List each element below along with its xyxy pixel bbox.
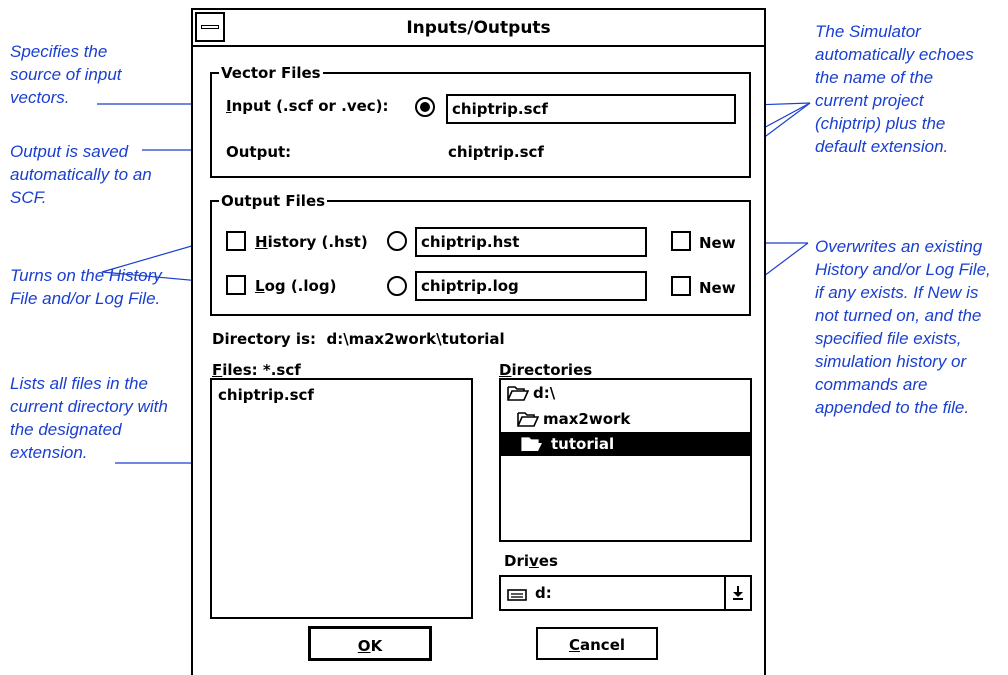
directory-line: Directory is: d:\max2work\tutorial — [212, 330, 505, 348]
log-new-checkbox[interactable] — [671, 276, 691, 296]
note-lists-files: Lists all files in the current directory… — [10, 374, 168, 462]
directories-label: Directories — [499, 361, 593, 379]
output-label: Output: — [226, 143, 292, 161]
directory-item-max2work[interactable]: max2work — [501, 407, 750, 431]
drives-divider — [724, 577, 726, 609]
vector-files-group — [210, 72, 751, 178]
input-file-field[interactable]: chiptrip.scf — [446, 94, 736, 124]
history-checkbox[interactable] — [226, 231, 246, 251]
cancel-button[interactable]: Cancel — [536, 627, 658, 660]
dialog-title: Inputs/Outputs — [406, 18, 551, 38]
drives-label: Drives — [504, 552, 558, 570]
log-new-label: New — [699, 279, 736, 297]
title-bar: Inputs/Outputs — [193, 10, 764, 47]
log-checkbox[interactable] — [226, 275, 246, 295]
log-file-field[interactable]: chiptrip.log — [415, 271, 647, 301]
log-radio[interactable] — [387, 276, 407, 296]
note-input-source: Specifies the source of input vectors. — [10, 42, 122, 107]
output-files-group-label: Output Files — [219, 192, 328, 210]
drive-icon — [507, 589, 527, 601]
directory-path: d:\max2work\tutorial — [326, 330, 505, 348]
ok-button[interactable]: OK — [308, 626, 432, 661]
input-radio[interactable] — [415, 97, 435, 117]
open-folder-icon — [517, 412, 539, 427]
note-output-saved: Output is saved automatically to an SCF. — [10, 142, 152, 207]
directory-item-root[interactable]: d:\ — [501, 381, 750, 405]
open-folder-icon — [507, 386, 529, 401]
files-listbox[interactable]: chiptrip.scf — [210, 378, 473, 619]
directory-prefix: Directory is: — [212, 330, 316, 348]
history-file-field[interactable]: chiptrip.hst — [415, 227, 647, 257]
drives-select[interactable]: d: — [499, 575, 752, 611]
files-label: Files: *.scf — [212, 361, 301, 379]
history-new-label: New — [699, 234, 736, 252]
log-label: Log (.log) — [255, 277, 337, 295]
note-echoes: The Simulator automatically echoes the n… — [815, 22, 974, 156]
dropdown-arrow-icon[interactable] — [732, 586, 744, 600]
output-value: chiptrip.scf — [448, 143, 544, 161]
history-radio[interactable] — [387, 231, 407, 251]
inputs-outputs-dialog: Inputs/Outputs Vector Files Input (.scf … — [191, 8, 766, 675]
directories-listbox[interactable]: d:\ max2work tutorial — [499, 378, 752, 542]
history-label: History (.hst) — [255, 233, 368, 251]
note-turns-on: Turns on the History File and/or Log Fil… — [10, 266, 162, 308]
directory-item-tutorial[interactable]: tutorial — [501, 432, 750, 456]
vector-files-group-label: Vector Files — [219, 64, 323, 82]
file-item[interactable]: chiptrip.scf — [218, 386, 314, 404]
open-folder-icon — [521, 437, 542, 452]
history-new-checkbox[interactable] — [671, 231, 691, 251]
input-label: Input (.scf or .vec): — [226, 97, 389, 115]
note-overwrites: Overwrites an existing History and/or Lo… — [815, 237, 991, 417]
